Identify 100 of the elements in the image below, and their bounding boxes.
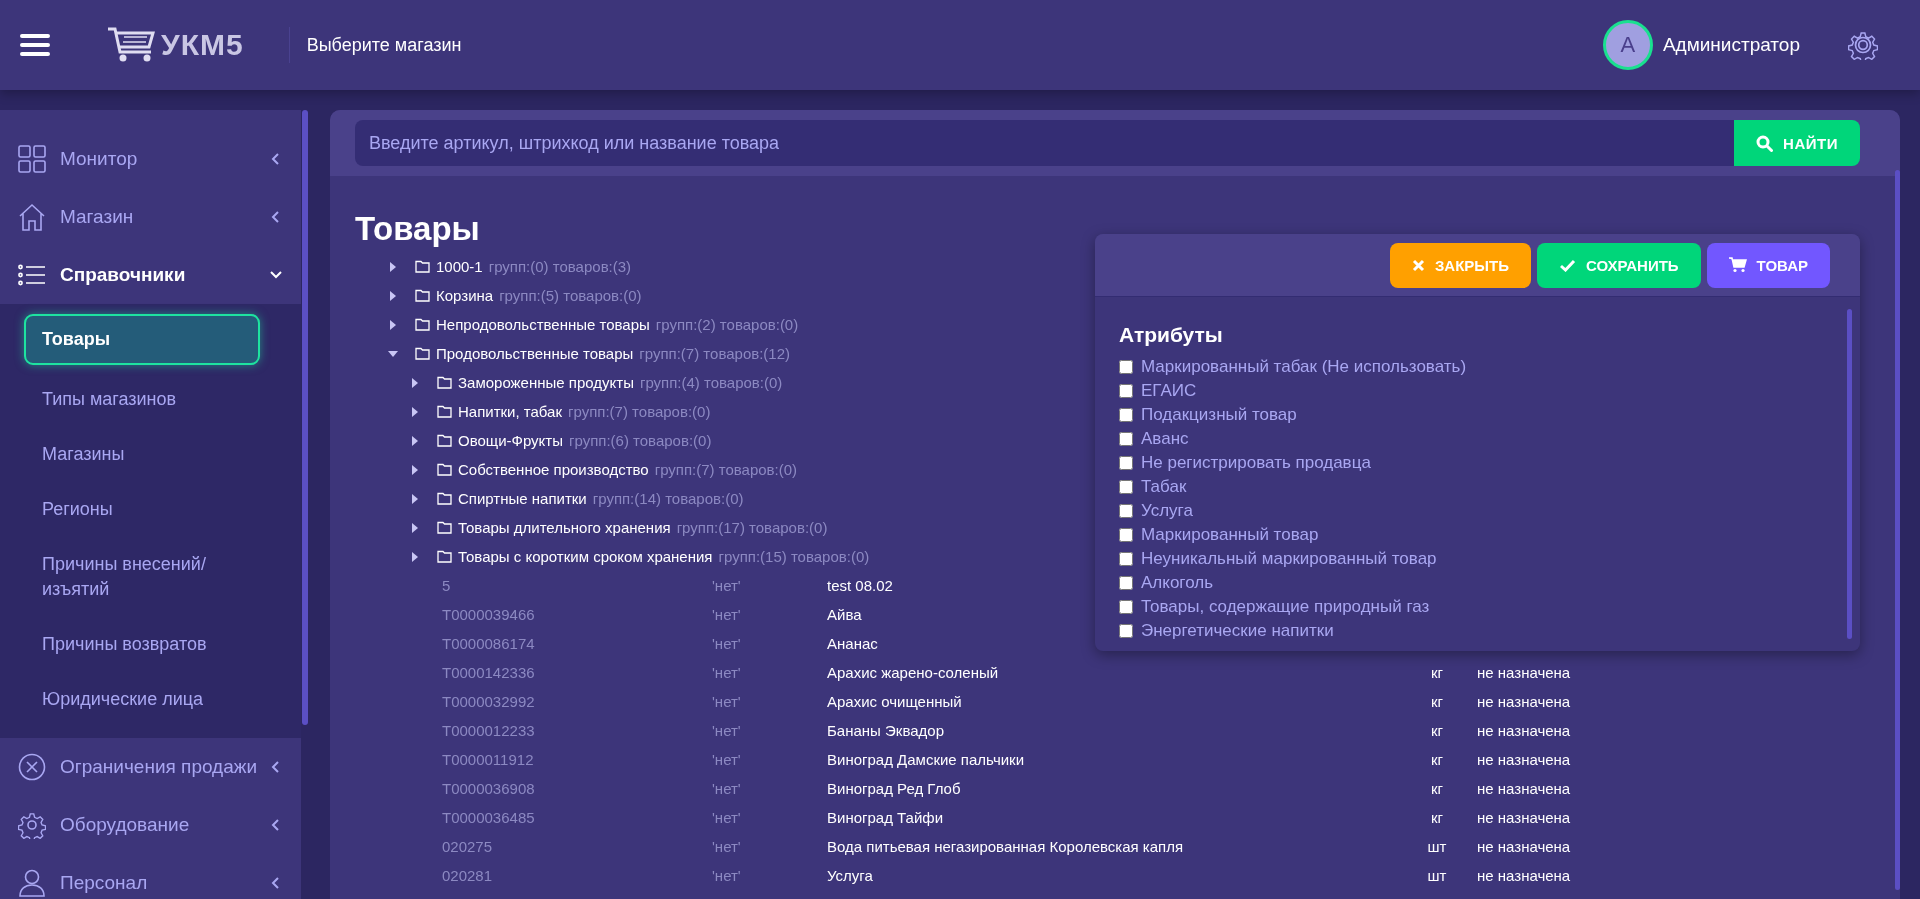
scrollbar[interactable]: [302, 110, 308, 725]
group-counts: групп:(2) товаров:(0): [655, 316, 799, 333]
folder-icon: [415, 318, 430, 331]
nav-subitem[interactable]: Товары: [24, 314, 260, 365]
unit-cell: кг: [1430, 664, 1443, 681]
group-name: Напитки, табак: [458, 403, 563, 420]
house-icon: [18, 203, 46, 231]
checkbox[interactable]: [1119, 480, 1133, 494]
group-counts: групп:(0) товаров:(3): [488, 258, 632, 275]
group-name: Товары длительного хранения: [458, 519, 671, 536]
article-cell: T0000011912: [442, 751, 534, 768]
checkbox[interactable]: [1119, 384, 1133, 398]
checkbox[interactable]: [1119, 360, 1133, 374]
nav-item[interactable]: Ограничения продажи: [0, 738, 302, 796]
product-name-cell: Виноград Ред Глоб: [827, 780, 961, 797]
status-cell: не назначена: [1477, 664, 1571, 681]
product-name-cell: Бананы Эквадор: [827, 722, 944, 739]
unit-cell: кг: [1430, 722, 1443, 739]
checkbox[interactable]: [1119, 600, 1133, 614]
nav-subitem[interactable]: Причины внесений/ изъятий: [24, 538, 260, 616]
folder-icon: [415, 289, 430, 302]
nav-subitem[interactable]: Причины возвратов: [24, 618, 260, 671]
nav-item[interactable]: Монитор: [0, 130, 302, 188]
flag-cell: 'нет': [712, 664, 741, 681]
tree-node[interactable]: Продовольственные товары групп:(7) товаров:(12): [387, 339, 791, 368]
status-cell: не назначена: [1477, 867, 1571, 884]
nav-item[interactable]: Справочники: [0, 246, 302, 304]
folder-icon: [437, 376, 452, 389]
settings-icon[interactable]: [1848, 30, 1878, 60]
group-counts: групп:(17) товаров:(0): [676, 519, 828, 536]
status-cell: не назначена: [1477, 838, 1571, 855]
unit-cell: кг: [1430, 751, 1443, 768]
checkbox[interactable]: [1119, 408, 1133, 422]
group-name: Корзина: [436, 287, 494, 304]
tree-node[interactable]: Товары с коротким сроком хранения групп:(15) товаров:(0): [409, 542, 870, 571]
grid-icon: [18, 145, 46, 173]
article-cell: T0000036908: [442, 780, 535, 797]
tree-node[interactable]: Замороженные продукты групп:(4) товаров:(0): [409, 368, 783, 397]
tree-node[interactable]: Непродовольственные товары групп:(2) товаров:(0): [387, 310, 799, 339]
tree-node[interactable]: Собственное производство групп:(7) товаров:(0): [409, 455, 798, 484]
cart-icon: [107, 26, 157, 64]
nav-subitem[interactable]: Магазины: [24, 428, 260, 481]
checkbox[interactable]: [1119, 576, 1133, 590]
tree-node[interactable]: Товары длительного хранения групп:(17) товаров:(0): [409, 513, 828, 542]
group-counts: групп:(15) товаров:(0): [718, 548, 870, 565]
status-cell: не назначена: [1477, 751, 1571, 768]
store-picker[interactable]: Выберите магазин: [306, 34, 462, 56]
tree-node[interactable]: 1000-1 групп:(0) товаров:(3): [387, 252, 632, 281]
checkbox[interactable]: [1119, 432, 1133, 446]
unit-cell: шт: [1427, 838, 1447, 855]
attribute-label: Подакцизный товар: [1141, 405, 1297, 425]
nav-item[interactable]: Оборудование: [0, 796, 302, 854]
group-name: Спиртные напитки: [458, 490, 587, 507]
product-name-cell: Ананас: [827, 635, 878, 652]
folder-icon: [437, 434, 452, 447]
tree-node[interactable]: Спиртные напитки групп:(14) товаров:(0): [409, 484, 744, 513]
attribute-label: ЕГАИС: [1141, 381, 1197, 401]
unit-cell: кг: [1430, 780, 1443, 797]
article-cell: T0000142336: [442, 664, 535, 681]
product-name-cell: Арахис жарено-соленый: [827, 664, 999, 681]
nav-subitem[interactable]: Типы магазинов: [24, 373, 260, 426]
checkbox[interactable]: [1119, 504, 1133, 518]
circle-cross-icon: [18, 753, 46, 781]
article-cell: T0000032992: [442, 693, 535, 710]
article-cell: 020281: [442, 867, 493, 884]
nav-item[interactable]: Магазин: [0, 188, 302, 246]
tree-node[interactable]: Корзина групп:(5) товаров:(0): [387, 281, 642, 310]
attribute-label: Неуникальный маркированный товар: [1141, 549, 1437, 569]
tree-node[interactable]: Напитки, табак групп:(7) товаров:(0): [409, 397, 711, 426]
article-cell: 020275: [442, 838, 493, 855]
scrollbar[interactable]: [1847, 309, 1852, 639]
group-counts: групп:(7) товаров:(0): [568, 403, 711, 420]
menu-icon[interactable]: [20, 33, 50, 57]
nav-subitem[interactable]: Регионы: [24, 483, 260, 536]
article-cell: 5: [442, 577, 451, 594]
checkbox[interactable]: [1119, 624, 1133, 638]
person-icon: [18, 869, 46, 897]
group-counts: групп:(14) товаров:(0): [592, 490, 744, 507]
nav-item[interactable]: Персонал: [0, 854, 302, 899]
attribute-label: Товары, содержащие природный газ: [1141, 597, 1430, 617]
scrollbar[interactable]: [1895, 170, 1900, 890]
user-name[interactable]: Администратор: [1662, 34, 1800, 56]
avatar[interactable]: А: [1602, 20, 1653, 70]
search-icon: [1756, 134, 1774, 152]
product-button[interactable]: ТОВАР: [1706, 242, 1830, 288]
attribute-label: Алкоголь: [1141, 573, 1214, 593]
cart-icon: [1728, 257, 1747, 273]
checkbox[interactable]: [1119, 528, 1133, 542]
product-name-cell: test 08.02: [827, 577, 893, 594]
attribute-label: Аванс: [1141, 429, 1189, 449]
nav-subitem[interactable]: Юридические лица: [24, 673, 260, 726]
attributes-title: Атрибуты: [1119, 323, 1224, 347]
group-counts: групп:(7) товаров:(12): [639, 345, 791, 362]
gear-icon: [18, 811, 46, 839]
tree-node[interactable]: Овощи-Фрукты групп:(6) товаров:(0): [409, 426, 712, 455]
search-field[interactable]: Введите артикул, штрихкод или название товара: [355, 120, 1735, 166]
group-counts: групп:(7) товаров:(0): [654, 461, 798, 478]
checkbox[interactable]: [1119, 552, 1133, 566]
article-cell: T0000086174: [442, 635, 535, 652]
checkbox[interactable]: [1119, 456, 1133, 470]
